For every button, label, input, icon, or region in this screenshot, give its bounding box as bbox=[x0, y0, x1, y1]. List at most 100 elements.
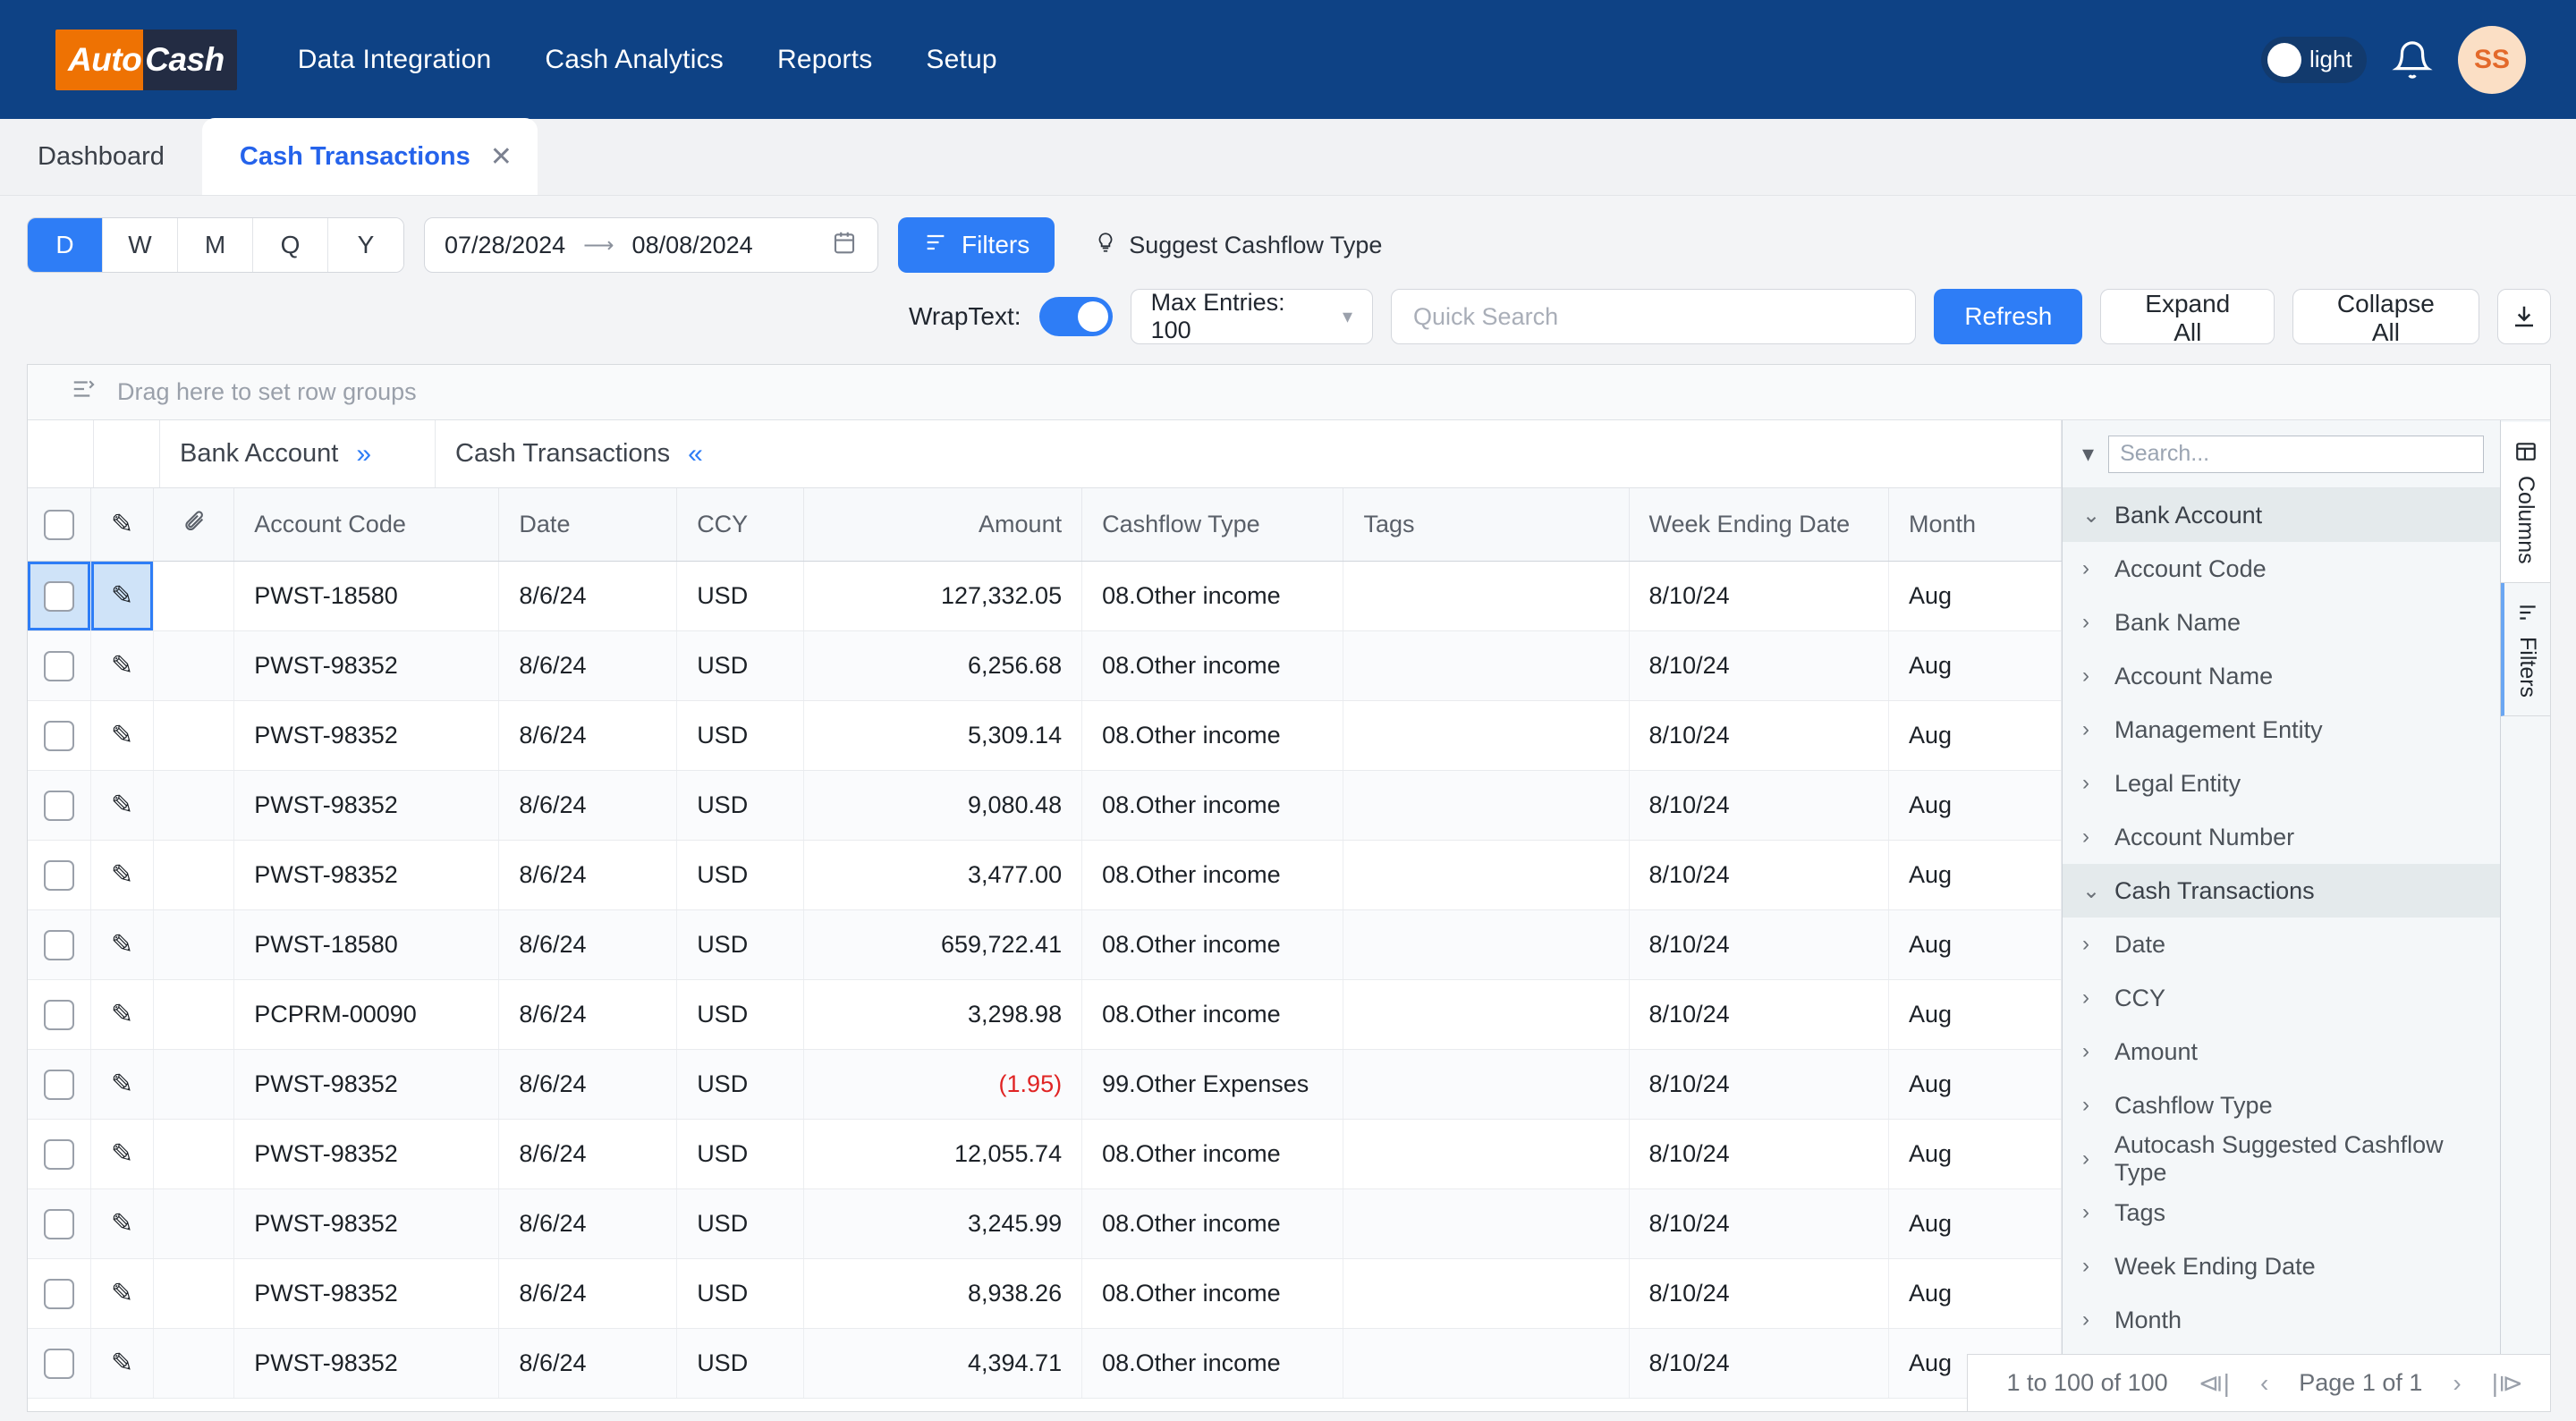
header-amount[interactable]: Amount bbox=[804, 488, 1082, 561]
header-cashflow-type[interactable]: Cashflow Type bbox=[1082, 488, 1343, 561]
tool-panel-tree-item[interactable]: ›Management Entity bbox=[2063, 703, 2500, 757]
nav-item-reports[interactable]: Reports bbox=[777, 45, 872, 75]
nav-item-cash-analytics[interactable]: Cash Analytics bbox=[545, 45, 724, 75]
header-tags[interactable]: Tags bbox=[1343, 488, 1629, 561]
checkbox-icon[interactable] bbox=[44, 510, 74, 540]
row-edit-button[interactable]: ✎ bbox=[91, 1189, 155, 1258]
autocash-logo[interactable]: Auto Cash bbox=[55, 30, 237, 90]
row-edit-button[interactable]: ✎ bbox=[91, 1120, 155, 1188]
checkbox-icon[interactable] bbox=[44, 1000, 74, 1030]
table-row[interactable]: ✎PWST-983528/6/24USD4,394.7108.Other inc… bbox=[28, 1329, 2062, 1399]
refresh-button[interactable]: Refresh bbox=[1934, 289, 2082, 344]
chevron-right-icon[interactable]: › bbox=[2082, 985, 2098, 1011]
collapse-left-icon[interactable]: « bbox=[688, 439, 703, 469]
calendar-icon[interactable] bbox=[831, 229, 858, 262]
checkbox-icon[interactable] bbox=[44, 1279, 74, 1309]
group-header-bank-account[interactable]: Bank Account » bbox=[160, 420, 436, 487]
row-select-checkbox-cell[interactable] bbox=[28, 631, 91, 700]
pencil-icon[interactable]: ✎ bbox=[111, 1348, 133, 1379]
quick-search-input[interactable] bbox=[1391, 289, 1916, 344]
tool-panel-tree-item[interactable]: ›Autocash Suggested Cashflow Type bbox=[2063, 1132, 2500, 1186]
pencil-icon[interactable]: ✎ bbox=[111, 999, 133, 1030]
row-attachment-cell[interactable] bbox=[154, 631, 234, 700]
row-edit-button[interactable]: ✎ bbox=[91, 1329, 155, 1398]
period-button-w[interactable]: W bbox=[103, 218, 178, 272]
row-edit-button[interactable]: ✎ bbox=[91, 910, 155, 979]
period-button-y[interactable]: Y bbox=[328, 218, 403, 272]
period-button-q[interactable]: Q bbox=[253, 218, 328, 272]
checkbox-icon[interactable] bbox=[44, 1209, 74, 1239]
pencil-icon[interactable]: ✎ bbox=[111, 1208, 133, 1239]
table-row[interactable]: ✎PWST-983528/6/24USD3,245.9908.Other inc… bbox=[28, 1189, 2062, 1259]
pencil-icon[interactable]: ✎ bbox=[111, 1278, 133, 1309]
side-tab-filters[interactable]: Filters bbox=[2501, 583, 2550, 716]
chevron-right-icon[interactable]: › bbox=[2082, 717, 2098, 742]
suggest-cashflow-type-button[interactable]: Suggest Cashflow Type bbox=[1094, 231, 1382, 260]
tab-dashboard[interactable]: Dashboard bbox=[0, 118, 202, 195]
checkbox-icon[interactable] bbox=[44, 860, 74, 891]
tool-panel-tree-item[interactable]: ›Month bbox=[2063, 1293, 2500, 1347]
table-row[interactable]: ✎PWST-983528/6/24USD5,309.1408.Other inc… bbox=[28, 701, 2062, 771]
chevron-right-icon[interactable]: › bbox=[2082, 1146, 2098, 1171]
tool-panel-tree-item[interactable]: ›Bank Name bbox=[2063, 596, 2500, 649]
chevron-right-icon[interactable]: › bbox=[2082, 556, 2098, 581]
row-select-checkbox-cell[interactable] bbox=[28, 562, 91, 630]
pencil-icon[interactable]: ✎ bbox=[111, 720, 133, 751]
nav-item-data-integration[interactable]: Data Integration bbox=[298, 45, 492, 75]
close-icon[interactable]: ✕ bbox=[490, 141, 513, 173]
table-row[interactable]: ✎PWST-983528/6/24USD3,477.0008.Other inc… bbox=[28, 841, 2062, 910]
row-select-checkbox-cell[interactable] bbox=[28, 701, 91, 770]
date-range-picker[interactable]: 07/28/2024 ⟶ 08/08/2024 bbox=[424, 217, 878, 273]
chevron-right-icon[interactable]: › bbox=[2082, 932, 2098, 957]
header-account-code[interactable]: Account Code bbox=[234, 488, 499, 561]
date-from-value[interactable]: 07/28/2024 bbox=[445, 232, 565, 259]
pager-next-page-icon[interactable]: › bbox=[2453, 1369, 2461, 1398]
theme-toggle[interactable]: light bbox=[2261, 37, 2367, 83]
pager-first-page-icon[interactable]: ⧏| bbox=[2199, 1368, 2230, 1398]
row-attachment-cell[interactable] bbox=[154, 980, 234, 1049]
row-edit-button[interactable]: ✎ bbox=[91, 562, 155, 630]
bell-icon[interactable] bbox=[2392, 39, 2433, 80]
expand-all-button[interactable]: Expand All bbox=[2100, 289, 2275, 344]
tool-panel-tree-item[interactable]: ›Amount bbox=[2063, 1025, 2500, 1078]
tool-panel-tree-item[interactable]: ›Week Ending Date bbox=[2063, 1239, 2500, 1293]
pencil-icon[interactable]: ✎ bbox=[111, 580, 133, 612]
nav-item-setup[interactable]: Setup bbox=[926, 45, 996, 75]
chevron-right-icon[interactable]: › bbox=[2082, 771, 2098, 796]
checkbox-icon[interactable] bbox=[44, 581, 74, 612]
avatar[interactable]: SS bbox=[2458, 26, 2526, 94]
chevron-down-icon[interactable]: ⌄ bbox=[2082, 878, 2098, 904]
table-row[interactable]: ✎PWST-185808/6/24USD659,722.4108.Other i… bbox=[28, 910, 2062, 980]
row-edit-button[interactable]: ✎ bbox=[91, 1050, 155, 1119]
tool-panel-tree-item[interactable]: ›Tags bbox=[2063, 1186, 2500, 1239]
tool-panel-tree-item[interactable]: ›CCY bbox=[2063, 971, 2500, 1025]
row-attachment-cell[interactable] bbox=[154, 562, 234, 630]
row-attachment-cell[interactable] bbox=[154, 1050, 234, 1119]
tab-cash-transactions[interactable]: Cash Transactions ✕ bbox=[202, 118, 538, 195]
header-date[interactable]: Date bbox=[499, 488, 677, 561]
chevron-down-icon[interactable]: ▾ bbox=[2082, 440, 2094, 468]
table-row[interactable]: ✎PCPRM-000908/6/24USD3,298.9808.Other in… bbox=[28, 980, 2062, 1050]
period-button-m[interactable]: M bbox=[178, 218, 253, 272]
row-attachment-cell[interactable] bbox=[154, 1329, 234, 1398]
pencil-icon[interactable]: ✎ bbox=[111, 1069, 133, 1100]
row-attachment-cell[interactable] bbox=[154, 910, 234, 979]
row-select-checkbox-cell[interactable] bbox=[28, 1189, 91, 1258]
row-select-checkbox-cell[interactable] bbox=[28, 841, 91, 909]
row-edit-button[interactable]: ✎ bbox=[91, 631, 155, 700]
table-row[interactable]: ✎PWST-983528/6/24USD6,256.6808.Other inc… bbox=[28, 631, 2062, 701]
chevron-right-icon[interactable]: › bbox=[2082, 1093, 2098, 1118]
row-attachment-cell[interactable] bbox=[154, 701, 234, 770]
checkbox-icon[interactable] bbox=[44, 721, 74, 751]
collapse-all-button[interactable]: Collapse All bbox=[2292, 289, 2479, 344]
chevron-right-icon[interactable]: › bbox=[2082, 610, 2098, 635]
pencil-icon[interactable]: ✎ bbox=[111, 859, 133, 891]
tool-panel-tree-item[interactable]: ›Account Code bbox=[2063, 542, 2500, 596]
row-select-checkbox-cell[interactable] bbox=[28, 910, 91, 979]
filters-button[interactable]: Filters bbox=[898, 217, 1055, 273]
pager-last-page-icon[interactable]: |⧐ bbox=[2492, 1368, 2523, 1398]
chevron-right-icon[interactable]: › bbox=[2082, 1307, 2098, 1332]
tool-panel-search-input[interactable] bbox=[2108, 436, 2484, 473]
row-edit-button[interactable]: ✎ bbox=[91, 1259, 155, 1328]
period-button-d[interactable]: D bbox=[28, 218, 103, 272]
